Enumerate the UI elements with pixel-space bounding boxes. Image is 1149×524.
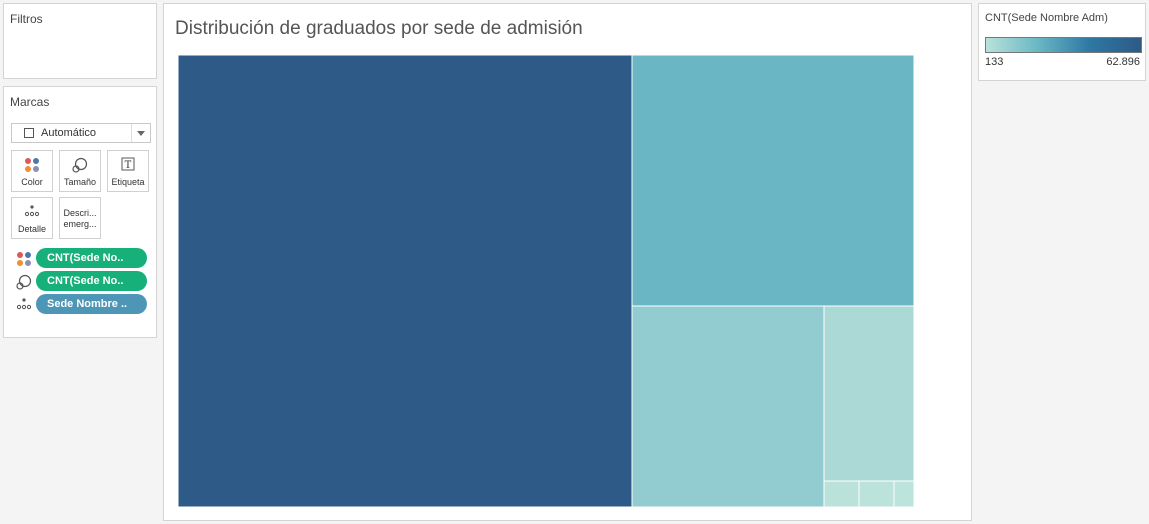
color-legend: CNT(Sede Nombre Adm) 133 62.896 [978, 3, 1146, 81]
viz-panel: Distribución de graduados por sede de ad… [163, 3, 972, 521]
legend-gradient-bar [985, 37, 1142, 53]
size-button[interactable]: Tamaño [59, 150, 101, 192]
detail-dots-icon [24, 205, 40, 217]
marks-card: Marcas Automático Color Tamaño T Etiquet… [3, 86, 157, 338]
color-dots-icon [17, 252, 31, 266]
treemap-tile-3[interactable] [631, 305, 825, 507]
size-lasso-icon [72, 157, 88, 173]
color-dots-icon [25, 158, 39, 172]
color-pill-row: CNT(Sede No.. [14, 248, 149, 268]
size-pill[interactable]: CNT(Sede No.. [36, 271, 147, 291]
tooltip-label-line2: emerg... [63, 219, 97, 229]
size-lasso-icon [16, 274, 32, 290]
legend-title: CNT(Sede Nombre Adm) [985, 12, 1108, 24]
tooltip-button[interactable]: Descri... emerg... [59, 197, 101, 239]
color-button[interactable]: Color [11, 150, 53, 192]
marks-title: Marcas [10, 95, 50, 109]
color-pill[interactable]: CNT(Sede No.. [36, 248, 147, 268]
color-button-label: Color [21, 177, 43, 187]
label-t-icon: T [121, 157, 135, 171]
filters-shelf[interactable]: Filtros [3, 3, 157, 79]
treemap-chart[interactable] [178, 55, 914, 507]
square-mark-icon [24, 128, 34, 138]
legend-min-label: 133 [985, 56, 1004, 68]
label-button[interactable]: T Etiqueta [107, 150, 149, 192]
detail-pill-row: Sede Nombre .. [14, 294, 149, 314]
treemap-tile-1[interactable] [178, 55, 633, 507]
filters-title: Filtros [10, 12, 43, 26]
legend-max-label: 62.896 [1106, 56, 1140, 68]
label-button-label: Etiqueta [111, 177, 145, 187]
detail-button[interactable]: Detalle [11, 197, 53, 239]
size-pill-row: CNT(Sede No.. [14, 271, 149, 291]
size-button-label: Tamaño [63, 177, 97, 187]
viz-title: Distribución de graduados por sede de ad… [175, 18, 583, 39]
detail-dots-icon [16, 298, 32, 310]
mark-type-dropdown[interactable]: Automático [11, 123, 151, 143]
svg-text:T: T [125, 160, 132, 171]
treemap-tile-6[interactable] [858, 480, 895, 507]
treemap-tile-2[interactable] [631, 55, 914, 307]
detail-pill[interactable]: Sede Nombre .. [36, 294, 147, 314]
detail-button-label: Detalle [17, 224, 46, 234]
mark-type-value: Automático [41, 127, 97, 139]
treemap-tile-5[interactable] [823, 480, 860, 507]
tooltip-label-line1: Descri... [63, 208, 97, 218]
treemap-tile-7[interactable] [893, 480, 914, 507]
chevron-down-icon[interactable] [137, 131, 145, 136]
treemap-tile-4[interactable] [823, 305, 914, 482]
